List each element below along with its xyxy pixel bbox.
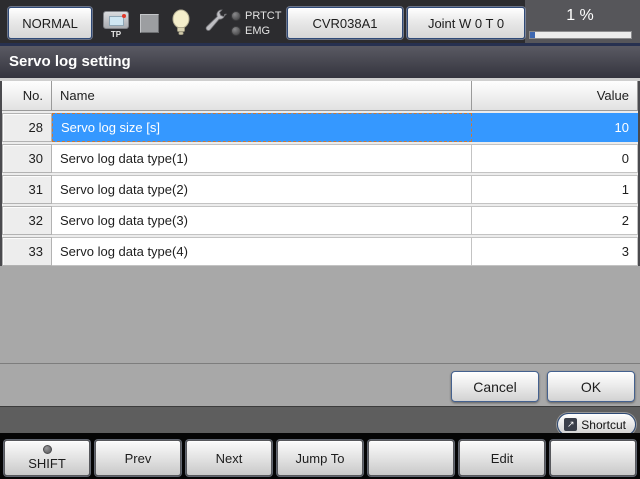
edit-key[interactable]: Edit bbox=[459, 440, 545, 476]
table-row[interactable]: 30 Servo log data type(1) 0 bbox=[2, 144, 638, 173]
teach-pendant-screen: NORMAL TP PRTCT bbox=[0, 0, 640, 479]
speed-progress-bar bbox=[529, 31, 632, 39]
prtct-label: PRTCT bbox=[245, 10, 281, 22]
tp-device-body bbox=[103, 11, 129, 29]
row-value: 10 bbox=[472, 113, 638, 142]
mode-button[interactable]: NORMAL bbox=[8, 7, 92, 39]
shift-key[interactable]: SHIFT bbox=[4, 440, 90, 476]
prev-key[interactable]: Prev bbox=[95, 440, 181, 476]
shift-led-icon bbox=[43, 445, 52, 454]
coordinate-mode-button[interactable]: Joint W 0 T 0 bbox=[407, 7, 525, 39]
row-name: Servo log data type(4) bbox=[52, 237, 472, 266]
speed-percent-label: 1 % bbox=[525, 7, 635, 25]
blank-key-2[interactable] bbox=[550, 440, 636, 476]
emg-label: EMG bbox=[245, 25, 270, 37]
wrench-icon bbox=[203, 8, 229, 38]
tp-power-dot bbox=[122, 14, 126, 18]
table-row[interactable]: 33 Servo log data type(4) 3 bbox=[2, 237, 638, 266]
program-button[interactable]: CVR038A1 bbox=[287, 7, 403, 39]
row-name: Servo log size [s] bbox=[52, 113, 472, 142]
jump-to-key[interactable]: Jump To bbox=[277, 440, 363, 476]
dialog-title: Servo log setting bbox=[0, 46, 640, 78]
safety-indicator-group: PRTCT EMG bbox=[231, 9, 287, 39]
table-row[interactable]: 32 Servo log data type(3) 2 bbox=[2, 206, 638, 235]
row-value: 1 bbox=[472, 175, 638, 204]
teach-pendant-icon: TP bbox=[101, 9, 131, 39]
row-no: 31 bbox=[2, 175, 52, 204]
row-value: 3 bbox=[472, 237, 638, 266]
speed-progress-fill bbox=[530, 32, 535, 38]
row-no: 28 bbox=[2, 113, 52, 142]
table-row[interactable]: 28 Servo log size [s] 10 bbox=[2, 113, 638, 142]
function-key-bar: SHIFT Prev Next Jump To Edit bbox=[0, 433, 640, 479]
table-row[interactable]: 31 Servo log data type(2) 1 bbox=[2, 175, 638, 204]
lamp-icon bbox=[171, 9, 191, 37]
shortcut-band: ↗ Shortcut bbox=[0, 406, 640, 433]
ok-button[interactable]: OK bbox=[547, 371, 635, 402]
row-no: 32 bbox=[2, 206, 52, 235]
shortcut-arrow-icon: ↗ bbox=[564, 418, 577, 431]
emg-led-icon bbox=[231, 26, 241, 36]
next-key[interactable]: Next bbox=[186, 440, 272, 476]
dialog-background bbox=[0, 266, 640, 363]
motor-status-square-icon bbox=[140, 14, 159, 33]
shift-label: SHIFT bbox=[28, 456, 66, 471]
dialog-button-band: Cancel OK bbox=[0, 364, 640, 406]
row-value: 0 bbox=[472, 144, 638, 173]
row-no: 33 bbox=[2, 237, 52, 266]
table-header-row: No. Name Value bbox=[2, 81, 638, 111]
header-value: Value bbox=[472, 81, 638, 110]
row-name: Servo log data type(2) bbox=[52, 175, 472, 204]
prtct-led-icon bbox=[231, 11, 241, 21]
row-value: 2 bbox=[472, 206, 638, 235]
row-name: Servo log data type(1) bbox=[52, 144, 472, 173]
row-name: Servo log data type(3) bbox=[52, 206, 472, 235]
shortcut-label: Shortcut bbox=[581, 418, 626, 432]
header-no: No. bbox=[2, 81, 52, 110]
cancel-button[interactable]: Cancel bbox=[451, 371, 539, 402]
top-status-bar: NORMAL TP PRTCT bbox=[0, 0, 640, 46]
row-no: 30 bbox=[2, 144, 52, 173]
parameter-table: No. Name Value 28 Servo log size [s] 10 … bbox=[0, 81, 640, 266]
blank-key-1[interactable] bbox=[368, 440, 454, 476]
tp-label: TP bbox=[101, 30, 131, 39]
header-name: Name bbox=[52, 81, 472, 110]
